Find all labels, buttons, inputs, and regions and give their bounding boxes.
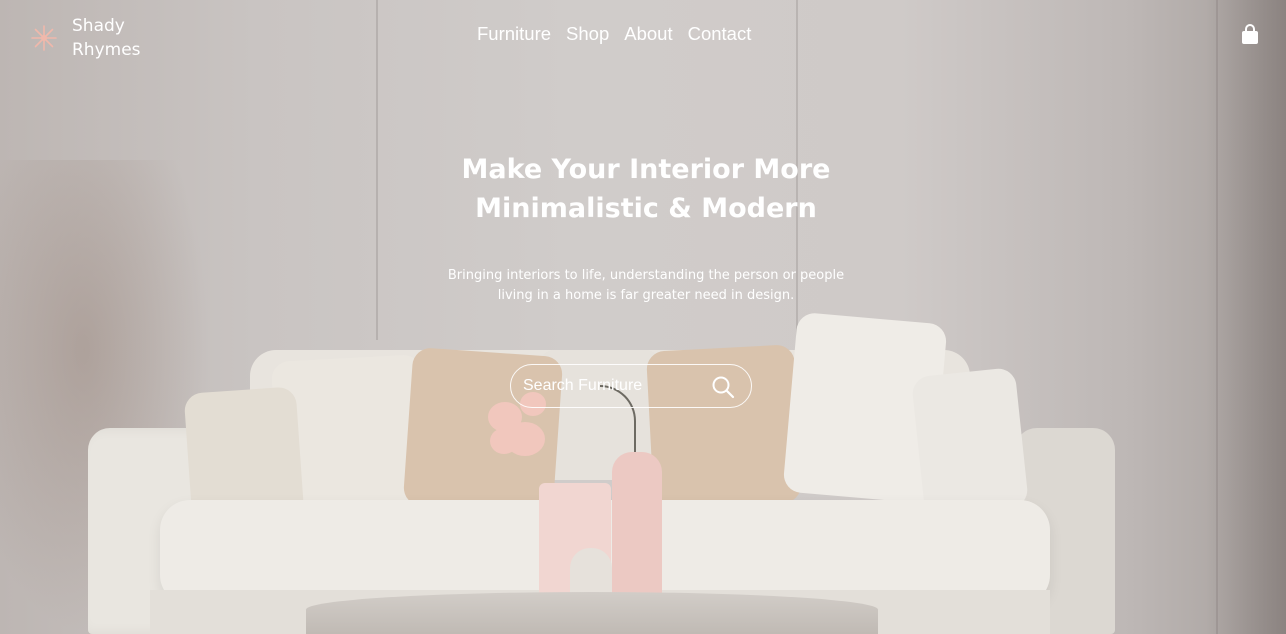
hero-title: Make Your Interior More Minimalistic & M…: [0, 150, 1286, 228]
hero-title-line2: Minimalistic & Modern: [475, 193, 817, 224]
hero-section: Shady Rhymes Furniture Shop About Contac…: [0, 0, 1286, 634]
main-nav: Furniture Shop About Contact: [477, 23, 751, 45]
hero-subtitle-line2: living in a home is far greater need in …: [497, 288, 795, 303]
brand-logo[interactable]: Shady Rhymes: [30, 14, 152, 62]
nav-link-furniture[interactable]: Furniture: [477, 23, 551, 45]
vase: [612, 452, 662, 610]
nav-link-shop[interactable]: Shop: [566, 23, 609, 45]
hero-subtitle-line1: Bringing interiors to life, understandin…: [447, 268, 845, 283]
nav-link-about[interactable]: About: [624, 23, 672, 45]
brand-name-line1: Shady: [72, 16, 125, 36]
sofa-pillow: [910, 366, 1030, 518]
coffee-table: [306, 592, 878, 634]
search-input[interactable]: [511, 376, 705, 396]
search-icon[interactable]: [711, 375, 735, 399]
flower: [490, 428, 518, 454]
search-bar: [510, 364, 752, 408]
shopping-bag-icon[interactable]: [1240, 24, 1260, 46]
brand-name: Shady Rhymes: [72, 14, 152, 62]
brand-name-line2: Rhymes: [72, 40, 141, 60]
background-shadow: [1206, 0, 1286, 634]
hero-subtitle: Bringing interiors to life, understandin…: [0, 266, 1286, 306]
sparkle-icon: [30, 24, 58, 52]
nav-link-contact[interactable]: Contact: [688, 23, 752, 45]
hero-title-line1: Make Your Interior More: [461, 154, 831, 185]
